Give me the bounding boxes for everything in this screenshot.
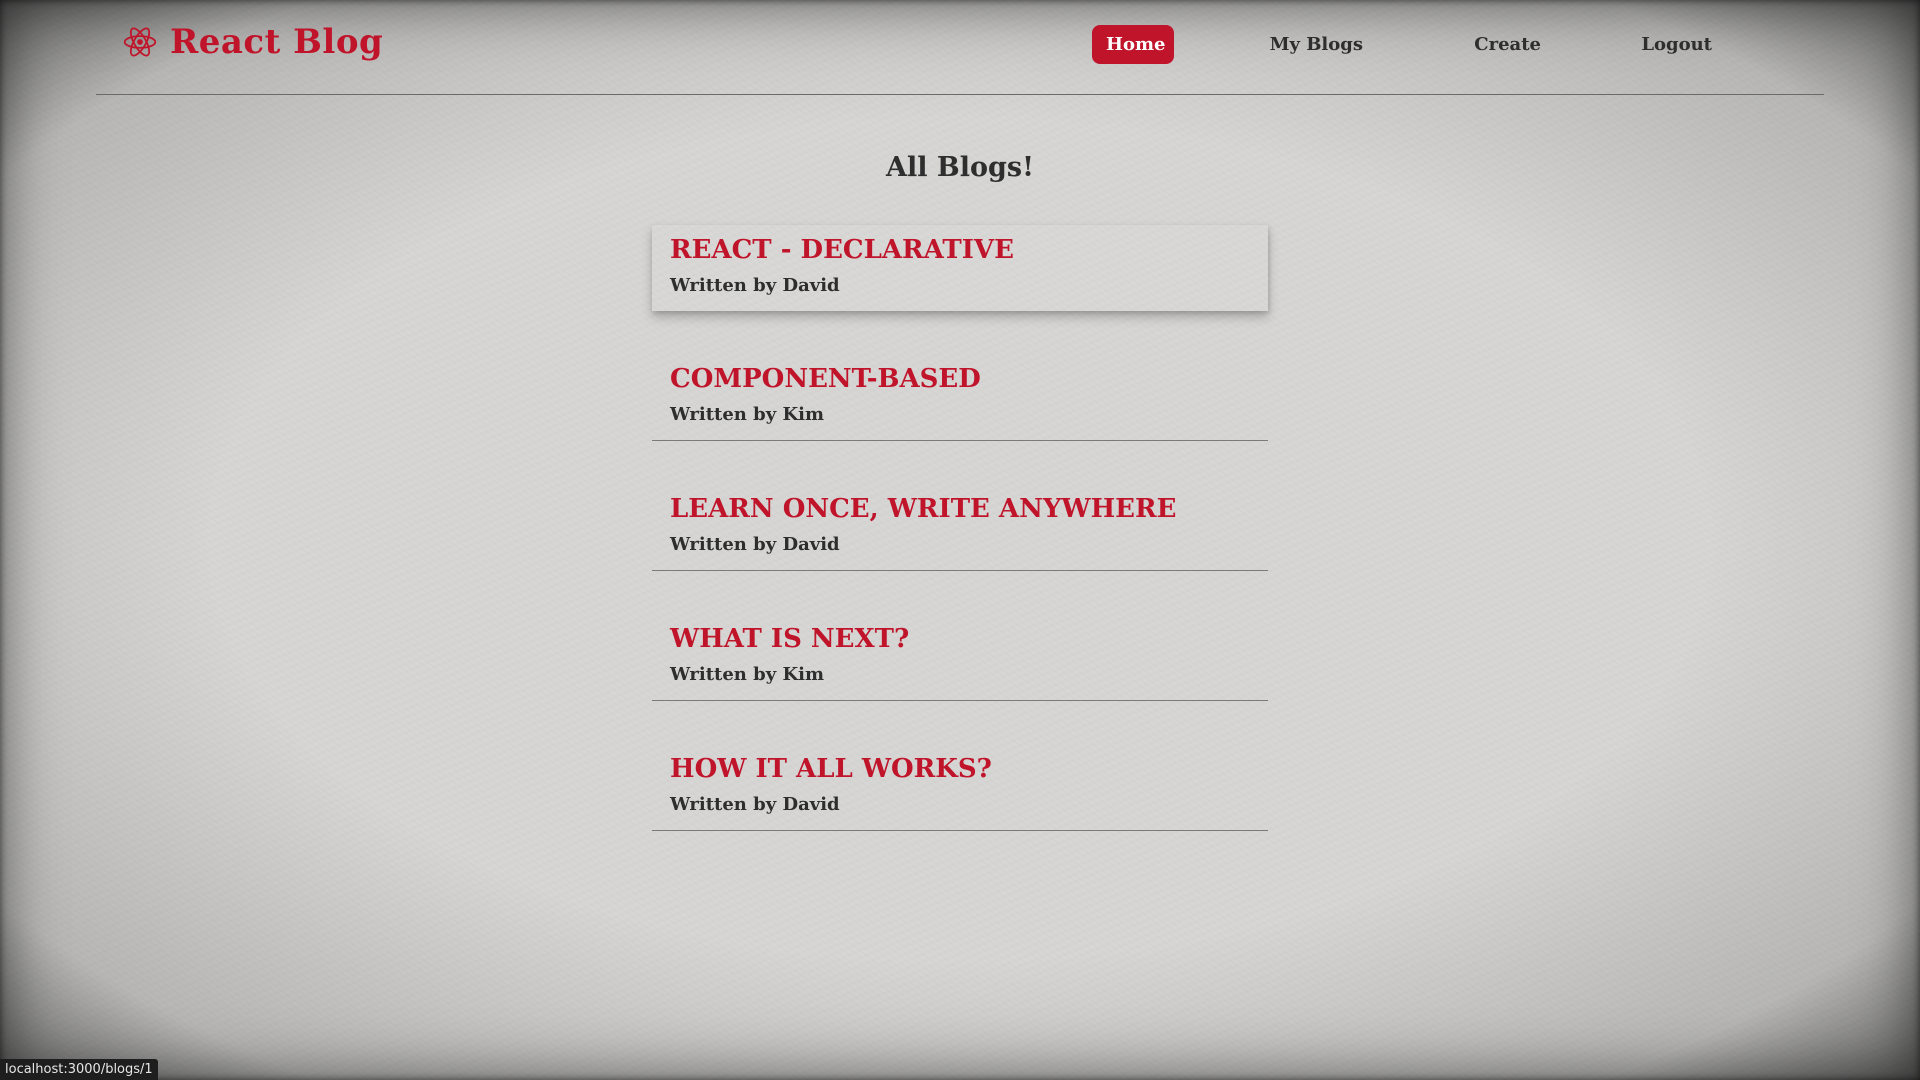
blog-title[interactable]: HOW IT ALL WORKS? — [670, 754, 992, 784]
blog-author: Written by Kim — [670, 404, 825, 425]
blog-title[interactable]: WHAT IS NEXT? — [670, 624, 909, 654]
blog-list: REACT - DECLARATIVE Written by David COM… — [652, 225, 1268, 874]
nav-home-link[interactable]: Home — [1092, 25, 1174, 64]
navbar: React Blog Home My Blogs Create Logout — [96, 0, 1824, 95]
page-title: All Blogs! — [886, 152, 1034, 183]
blog-author: Written by David — [670, 275, 840, 296]
blog-title[interactable]: REACT - DECLARATIVE — [670, 235, 1014, 265]
blog-card[interactable]: COMPONENT-BASED Written by Kim — [652, 354, 1268, 441]
blog-author: Written by Kim — [670, 664, 825, 685]
nav-logout-link[interactable]: Logout — [1641, 25, 1712, 64]
blog-card[interactable]: REACT - DECLARATIVE Written by David — [652, 225, 1268, 311]
blog-title[interactable]: LEARN ONCE, WRITE ANYWHERE — [670, 494, 1176, 524]
blog-card[interactable]: LEARN ONCE, WRITE ANYWHERE Written by Da… — [652, 484, 1268, 571]
blog-author: Written by David — [670, 794, 840, 815]
react-atom-icon — [123, 27, 157, 57]
blog-card[interactable]: WHAT IS NEXT? Written by Kim — [652, 614, 1268, 701]
blog-card[interactable]: HOW IT ALL WORKS? Written by David — [652, 744, 1268, 831]
nav-my-blogs-link[interactable]: My Blogs — [1270, 25, 1363, 64]
nav-create-link[interactable]: Create — [1474, 25, 1541, 64]
browser-status-bar: localhost:3000/blogs/1 — [0, 1059, 158, 1080]
blog-author: Written by David — [670, 534, 840, 555]
brand[interactable]: React Blog — [122, 22, 383, 62]
brand-title: React Blog — [170, 22, 384, 62]
blog-title[interactable]: COMPONENT-BASED — [670, 364, 981, 394]
